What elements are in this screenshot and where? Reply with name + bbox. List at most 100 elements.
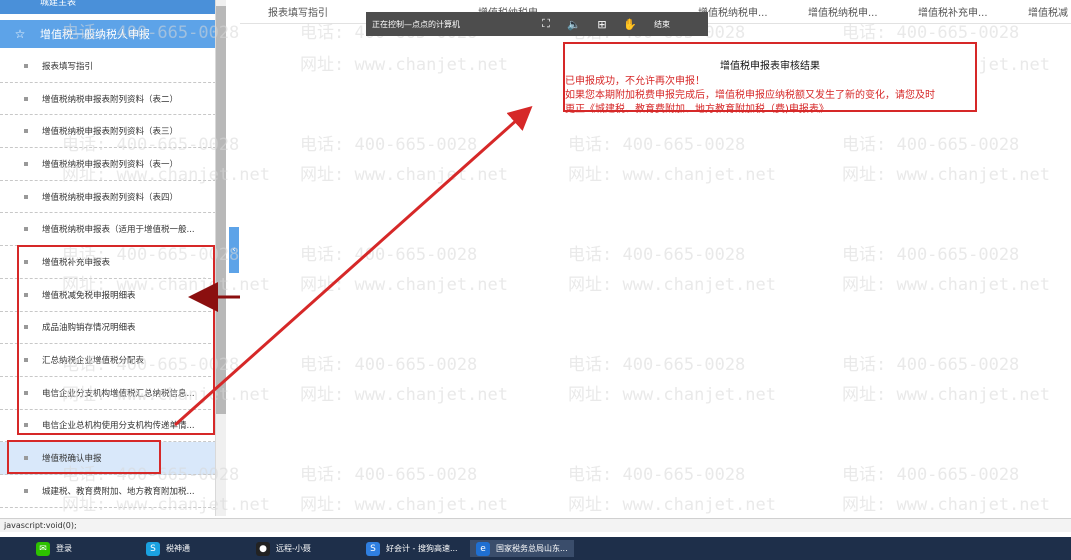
sidebar-item-label: 电信企业分支机构增值税汇总纳税信息... bbox=[42, 388, 195, 399]
tab-more[interactable]: 增值税减 bbox=[1028, 4, 1068, 19]
arrow-to-dialog bbox=[174, 106, 533, 427]
bullet-icon bbox=[24, 423, 28, 428]
taskbar-item-ie[interactable]: e 国家税务总局山东... bbox=[470, 540, 574, 557]
sidebar-prev-group[interactable]: 城建主表 bbox=[0, 0, 215, 14]
sidebar: 城建主表 ☆ 增值税一般纳税人申报 报表填写指引 增值税纳税申报表附列资料（表二… bbox=[0, 0, 216, 516]
watermark-site: 网址: www.chanjet.net bbox=[842, 385, 1050, 405]
sidebar-item-schedule-2[interactable]: 增值税纳税申报表附列资料（表二） bbox=[0, 83, 215, 116]
sidebar-item-label: 汇总纳税企业增值税分配表 bbox=[42, 356, 145, 367]
qq-icon: ● bbox=[256, 541, 270, 556]
taskbar-item-label: 登录 bbox=[56, 544, 72, 553]
sidebar-item-label: 增值税纳税申报表（适用于增值税一般... bbox=[42, 225, 195, 236]
watermark-phone: 电话: 400-665-0028 bbox=[300, 355, 478, 375]
bullet-icon bbox=[24, 161, 28, 166]
tab-supplementary[interactable]: 增值税补充申... bbox=[918, 4, 988, 19]
bullet-icon bbox=[24, 129, 28, 134]
watermark-phone: 电话: 400-665-0028 bbox=[300, 135, 478, 155]
sidebar-scrollbar-thumb[interactable] bbox=[216, 6, 226, 414]
watermark-site: 网址: www.chanjet.net bbox=[842, 165, 1050, 185]
watermark-site: 网址: www.chanjet.net bbox=[300, 165, 508, 185]
bullet-icon bbox=[24, 488, 28, 493]
sidebar-item-schedule-1[interactable]: 增值税纳税申报表附列资料（表一） bbox=[0, 148, 215, 181]
sidebar-item-main-return[interactable]: 增值税纳税申报表（适用于增值税一般... bbox=[0, 213, 215, 247]
sogou-browser-icon: S bbox=[366, 541, 380, 556]
bullet-icon bbox=[24, 456, 28, 461]
taskbar-item-label: 国家税务总局山东... bbox=[496, 544, 568, 553]
watermark-site: 网址: www.chanjet.net bbox=[842, 495, 1050, 515]
watermark-site: 网址: www.chanjet.net bbox=[300, 55, 508, 75]
watermark-site: 网址: www.chanjet.net bbox=[568, 275, 776, 295]
bullet-icon bbox=[24, 96, 28, 101]
sidebar-prev-group-label: 城建主表 bbox=[40, 0, 77, 8]
watermark-phone: 电话: 400-665-0028 bbox=[842, 135, 1020, 155]
sidebar-menu-list: 报表填写指引 增值税纳税申报表附列资料（表二） 增值税纳税申报表附列资料（表三）… bbox=[0, 50, 215, 508]
taskbar-item-wechat[interactable]: ✉ 登录 bbox=[36, 540, 72, 557]
tab-return-3[interactable]: 增值税纳税申... bbox=[808, 4, 878, 19]
watermark-phone: 电话: 400-665-0028 bbox=[568, 465, 746, 485]
dialog-notice-line: 更正《城建税、教育费附加、地方教育附加税（费)申报表》 bbox=[565, 104, 829, 115]
watermark-site: 网址: www.chanjet.net bbox=[842, 275, 1050, 295]
bullet-icon bbox=[24, 292, 28, 297]
sidebar-item-consolidated[interactable]: 汇总纳税企业增值税分配表 bbox=[0, 344, 215, 377]
sidebar-group-title: 增值税一般纳税人申报 bbox=[40, 28, 150, 41]
hand-icon[interactable]: ✋ bbox=[616, 18, 644, 31]
audit-result-dialog: 增值税申报表审核结果 已申报成功，不允许再次申报！ 如果您本期附加税费申报完成后… bbox=[563, 42, 977, 115]
taskbar-item-label: 好会计 - 搜狗高速... bbox=[386, 544, 458, 553]
chevron-left-icon: ‹ bbox=[232, 245, 236, 255]
sidebar-item-label: 增值税纳税申报表附列资料（表四） bbox=[42, 192, 179, 203]
sidebar-item-schedule-3[interactable]: 增值税纳税申报表附列资料（表三） bbox=[0, 115, 215, 149]
collapse-sidebar-button[interactable]: ‹ bbox=[229, 227, 239, 273]
ie-icon: e bbox=[476, 541, 490, 556]
watermark-site: 网址: www.chanjet.net bbox=[568, 385, 776, 405]
sidebar-item-label: 成品油购销存情况明细表 bbox=[42, 323, 136, 334]
tab-guide[interactable]: 报表填写指引 bbox=[268, 4, 328, 19]
watermark-site: 网址: www.chanjet.net bbox=[568, 495, 776, 515]
dialog-success-message: 已申报成功，不允许再次申报！ bbox=[565, 76, 705, 87]
sidebar-item-label: 增值税补充申报表 bbox=[42, 257, 111, 268]
fullscreen-icon[interactable]: ⛶ bbox=[532, 17, 560, 31]
taskbar-item-tax-app[interactable]: S 税神通 bbox=[146, 540, 190, 557]
taskbar-item-label: 远程-小聂 bbox=[276, 544, 311, 553]
status-bar: javascript:void(0); bbox=[0, 518, 1071, 532]
bullet-icon bbox=[24, 325, 28, 330]
remote-control-toolbar: 正在控制—点点的计算机 ⛶ 🔈 ⊞ ✋ 结束 bbox=[366, 12, 708, 36]
speaker-icon[interactable]: 🔈 bbox=[560, 18, 588, 31]
watermark-phone: 电话: 400-665-0028 bbox=[300, 245, 478, 265]
bullet-icon bbox=[24, 194, 28, 199]
sidebar-item-confirm-declaration[interactable]: 增值税确认申报 bbox=[0, 442, 215, 475]
sidebar-item-surtax[interactable]: 城建税、教育费附加、地方教育附加税... bbox=[0, 475, 215, 508]
wechat-icon: ✉ bbox=[36, 541, 50, 556]
watermark-site: 网址: www.chanjet.net bbox=[300, 495, 508, 515]
window-icon[interactable]: ⊞ bbox=[588, 18, 616, 31]
taskbar-item-label: 税神通 bbox=[166, 544, 190, 553]
taskbar-item-sogou-browser[interactable]: S 好会计 - 搜狗高速... bbox=[366, 540, 458, 557]
sidebar-item-label: 增值税纳税申报表附列资料（表二） bbox=[42, 94, 179, 105]
sidebar-item-label: 增值税纳税申报表附列资料（表一） bbox=[42, 159, 179, 170]
sidebar-item-guide[interactable]: 报表填写指引 bbox=[0, 50, 215, 83]
sidebar-item-telecom-branch[interactable]: 电信企业分支机构增值税汇总纳税信息... bbox=[0, 377, 215, 410]
remote-control-title: 正在控制—点点的计算机 bbox=[372, 19, 460, 29]
sidebar-item-label: 增值税纳税申报表附列资料（表三） bbox=[42, 127, 179, 138]
taskbar: ✉ 登录 S 税神通 ● 远程-小聂 S 好会计 - 搜狗高速... e 国家税… bbox=[0, 537, 1071, 560]
end-control-button[interactable]: 结束 bbox=[654, 19, 670, 30]
sidebar-item-schedule-4[interactable]: 增值税纳税申报表附列资料（表四） bbox=[0, 181, 215, 214]
watermark-phone: 电话: 400-665-0028 bbox=[568, 135, 746, 155]
dialog-notice-line: 如果您本期附加税费申报完成后，增值税申报应纳税额又发生了新的变化，请您及时 bbox=[565, 90, 935, 101]
sidebar-item-label: 增值税确认申报 bbox=[42, 454, 102, 465]
sidebar-item-tax-relief[interactable]: 增值税减免税申报明细表 bbox=[0, 279, 215, 312]
tab-return-2[interactable]: 增值税纳税申... bbox=[698, 4, 768, 19]
taskbar-item-qq[interactable]: ● 远程-小聂 bbox=[256, 540, 311, 557]
sidebar-item-telecom-hq[interactable]: 电信企业总机构使用分支机构传递单情... bbox=[0, 410, 215, 443]
watermark-site: 网址: www.chanjet.net bbox=[568, 165, 776, 185]
sidebar-item-label: 电信企业总机构使用分支机构传递单情... bbox=[42, 421, 195, 432]
sidebar-item-oil-products[interactable]: 成品油购销存情况明细表 bbox=[0, 312, 215, 345]
bullet-icon bbox=[24, 390, 28, 395]
sidebar-item-supplementary[interactable]: 增值税补充申报表 bbox=[0, 246, 215, 279]
watermark-site: 网址: www.chanjet.net bbox=[300, 275, 508, 295]
sidebar-group-header[interactable]: ☆ 增值税一般纳税人申报 bbox=[0, 20, 215, 48]
watermark-site: 网址: www.chanjet.net bbox=[300, 385, 508, 405]
screen: 城建主表 ☆ 增值税一般纳税人申报 报表填写指引 增值税纳税申报表附列资料（表二… bbox=[0, 0, 1071, 560]
watermark-phone: 电话: 400-665-0028 bbox=[842, 465, 1020, 485]
watermark-phone: 电话: 400-665-0028 bbox=[842, 355, 1020, 375]
tax-app-icon: S bbox=[146, 541, 160, 556]
